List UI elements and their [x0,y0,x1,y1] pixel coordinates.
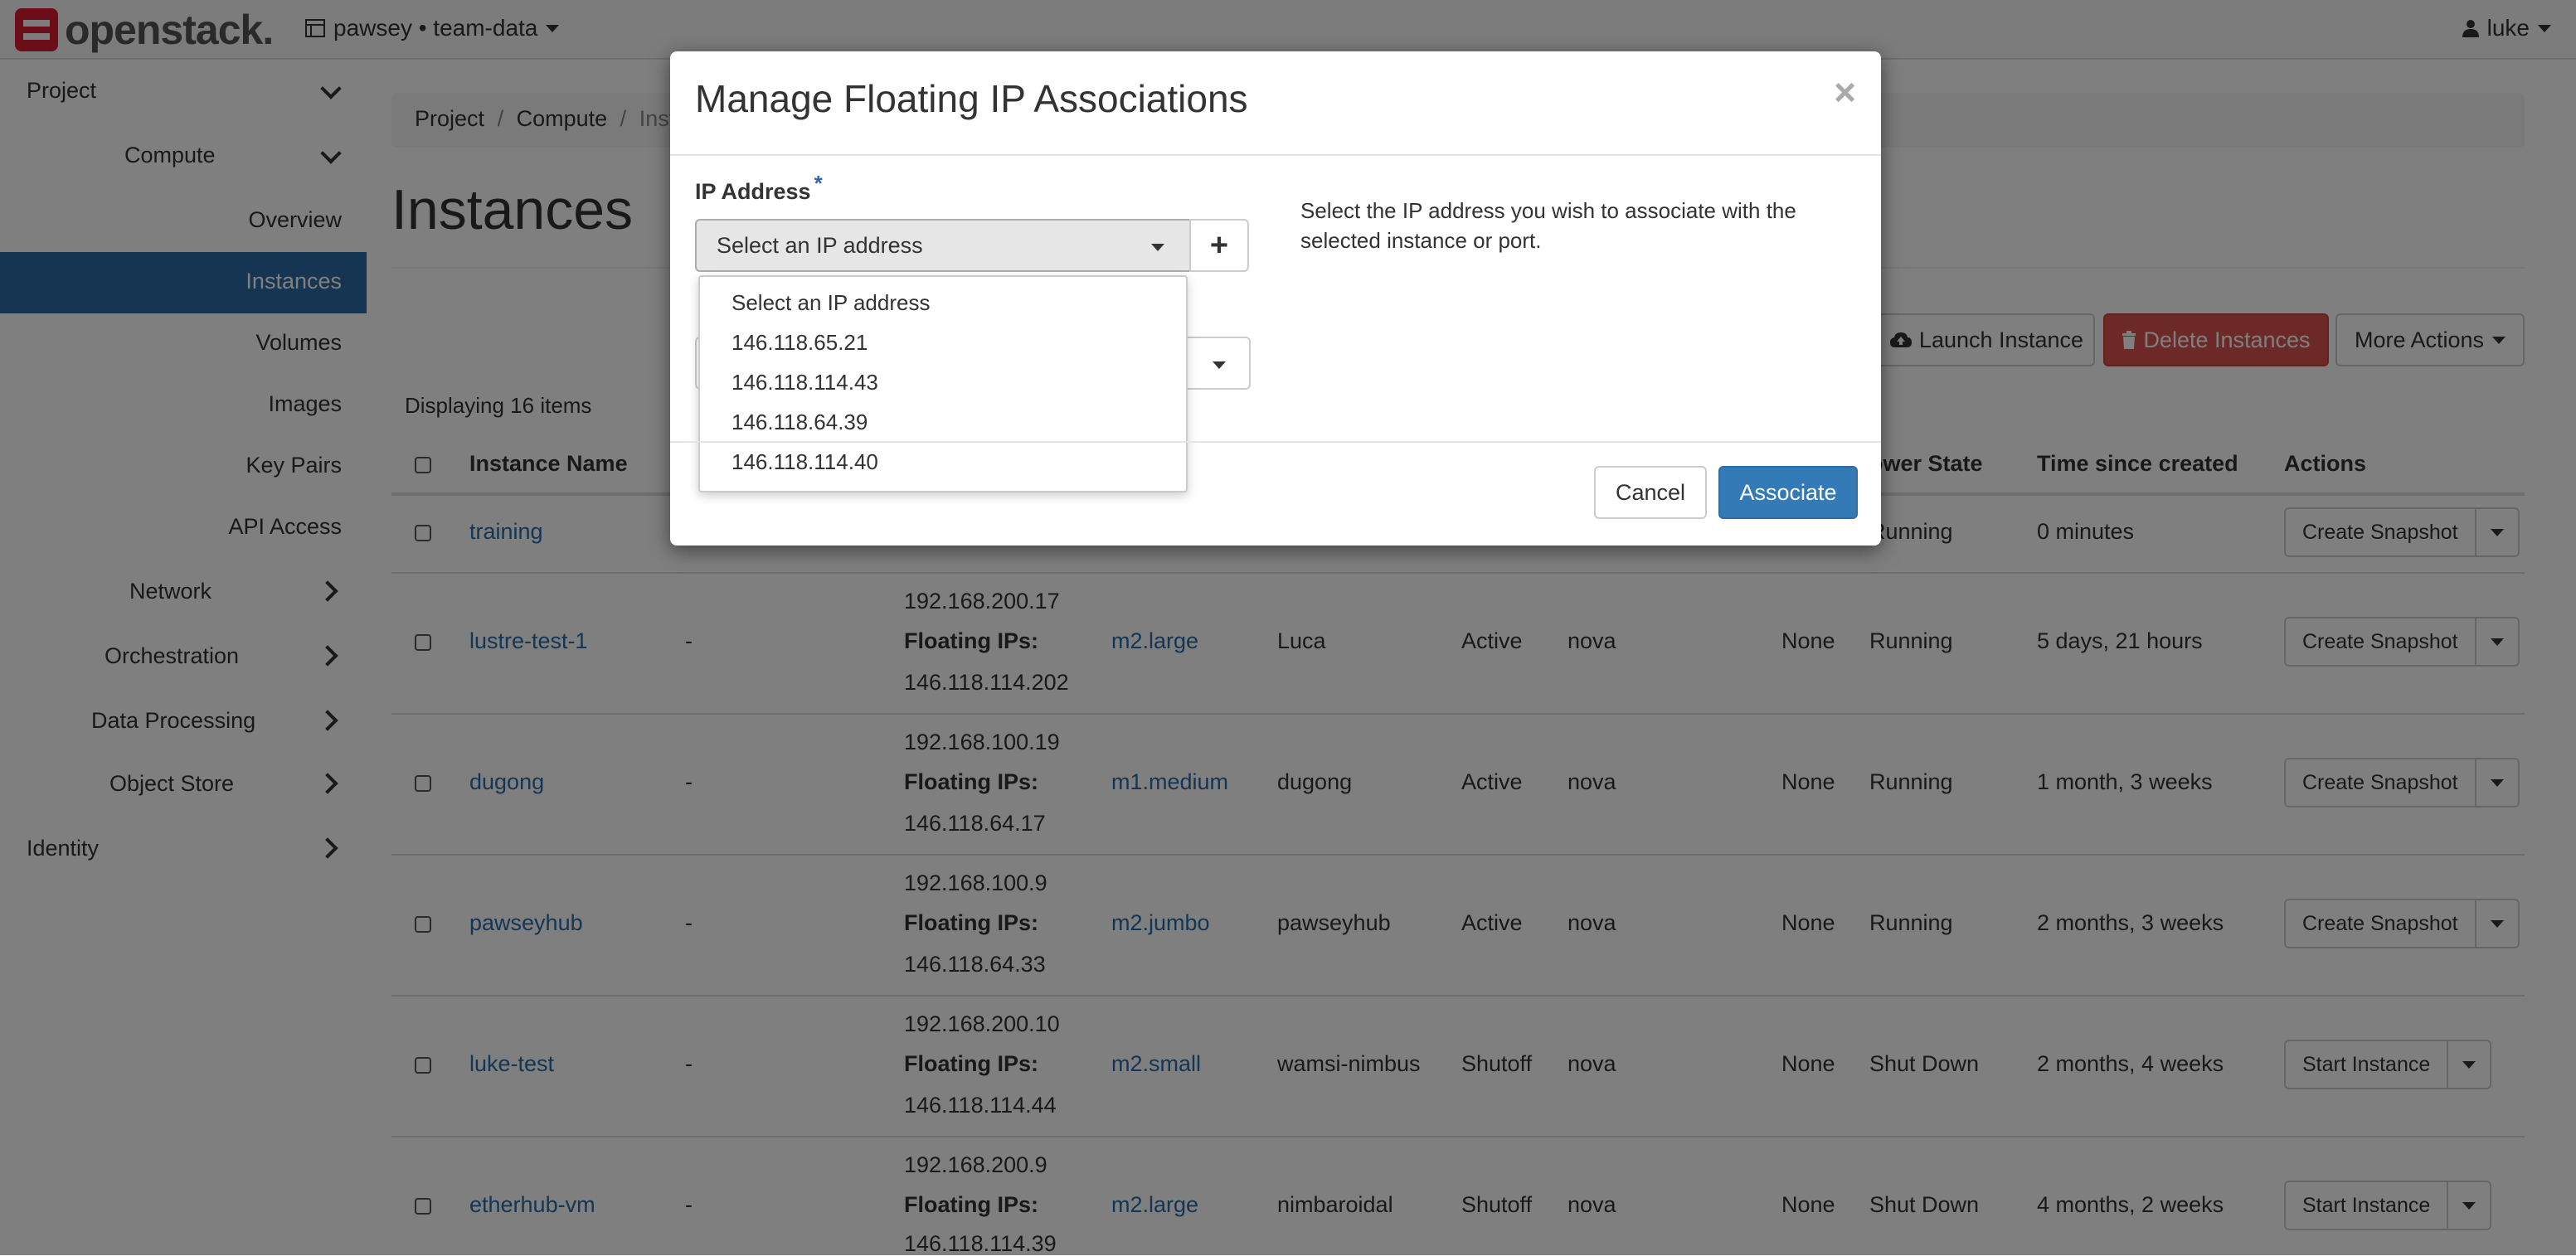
ip-option[interactable]: 146.118.64.39 [731,410,868,435]
chevron-down-icon [1213,361,1226,369]
chevron-down-icon [1151,244,1164,251]
ip-option[interactable]: Select an IP address [731,290,930,316]
modal-header-divider [670,154,1881,156]
ip-address-help-text: Select the IP address you wish to associ… [1300,198,1796,253]
required-marker: * [814,171,823,196]
ip-option[interactable]: 146.118.114.40 [731,449,878,475]
ip-address-select[interactable]: Select an IP address [695,219,1191,272]
ip-option[interactable]: 146.118.114.43 [731,370,878,395]
ip-address-label-text: IP Address [695,179,811,204]
allocate-ip-button[interactable]: + [1189,219,1249,272]
modal-footer-divider [670,441,1881,443]
plus-icon: + [1209,227,1229,263]
modal-title: Manage Floating IP Associations [695,77,1248,120]
associate-label: Associate [1739,479,1837,505]
cancel-button[interactable]: Cancel [1594,466,1707,519]
ip-address-dropdown: Select an IP address 146.118.65.21 146.1… [698,275,1188,492]
ip-option[interactable]: 146.118.65.21 [731,330,868,356]
ip-address-label: IP Address * [695,171,823,205]
floating-ip-modal: Manage Floating IP Associations × IP Add… [670,51,1881,546]
cancel-label: Cancel [1615,479,1686,505]
ip-address-select-value: Select an IP address [717,232,923,258]
close-icon[interactable]: × [1834,70,1856,114]
associate-button[interactable]: Associate [1718,466,1858,519]
